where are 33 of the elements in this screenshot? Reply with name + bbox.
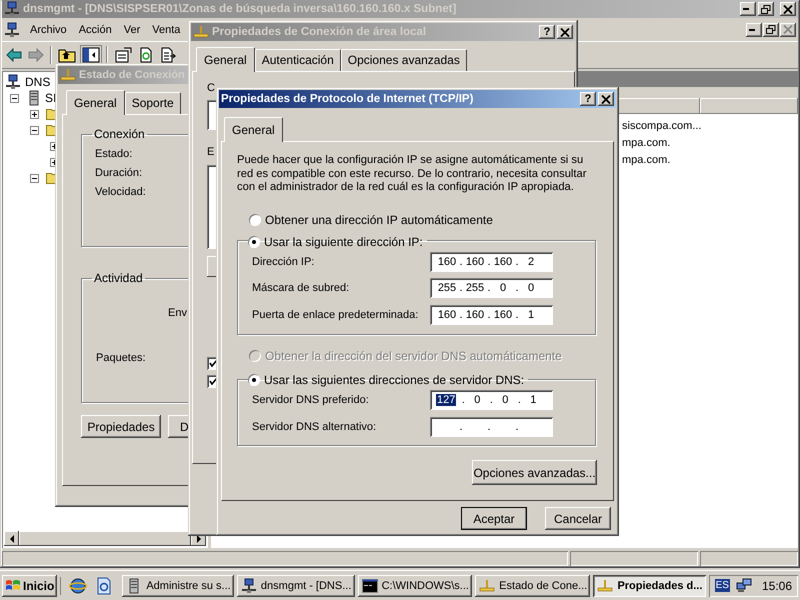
ip-octet: 0 xyxy=(473,394,482,406)
ip-octet: 160 xyxy=(436,308,458,321)
ip-octet: 255 xyxy=(464,282,486,294)
field-label: E xyxy=(207,146,214,160)
ip-octet: 160 xyxy=(492,308,514,321)
field-label: Estado: xyxy=(95,147,132,162)
field-label: Dirección IP: xyxy=(252,256,314,268)
ip-octet: 255 xyxy=(436,282,458,294)
field-label: C xyxy=(207,82,215,96)
ip-octet: 160 xyxy=(436,256,458,268)
ip-octet: 0 xyxy=(498,282,508,294)
field-label: Servidor DNS alternativo: xyxy=(252,420,376,433)
field-label: Duración: xyxy=(95,166,142,181)
ip-octet: 1 xyxy=(526,308,536,321)
ip-octet: 127 xyxy=(436,394,456,406)
description-text: Puede hacer que la configuración IP se asigne automáticamente si su red es compatible con este recurso. De lo contrario, necesita consultar con el administrador de la red cuál es la configuración IP apropiada. xyxy=(237,154,587,194)
ip-octet: 2 xyxy=(526,256,536,268)
field-label: Puerta de enlace predeterminada: xyxy=(252,308,418,321)
field-label: Servidor DNS preferido: xyxy=(252,394,369,406)
ip-octet: 160 xyxy=(492,256,514,268)
column-heading: Env xyxy=(168,307,187,319)
group-title: Conexión xyxy=(93,127,146,141)
ip-octet: 0 xyxy=(501,394,510,406)
group-title: Actividad xyxy=(93,271,144,285)
window-title: Propiedades de Protocolo de Internet (TCP/IP) xyxy=(221,93,474,105)
ip-octet: 1 xyxy=(529,394,538,406)
ip-octet: 160 xyxy=(464,308,486,321)
field-label: Paquetes: xyxy=(96,352,146,364)
field-label: Velocidad: xyxy=(95,185,146,200)
clock: 15:06 xyxy=(760,578,792,592)
field-label: Máscara de subred: xyxy=(252,282,350,294)
ip-octet: 0 xyxy=(526,282,536,294)
ip-octet: 160 xyxy=(464,256,486,268)
